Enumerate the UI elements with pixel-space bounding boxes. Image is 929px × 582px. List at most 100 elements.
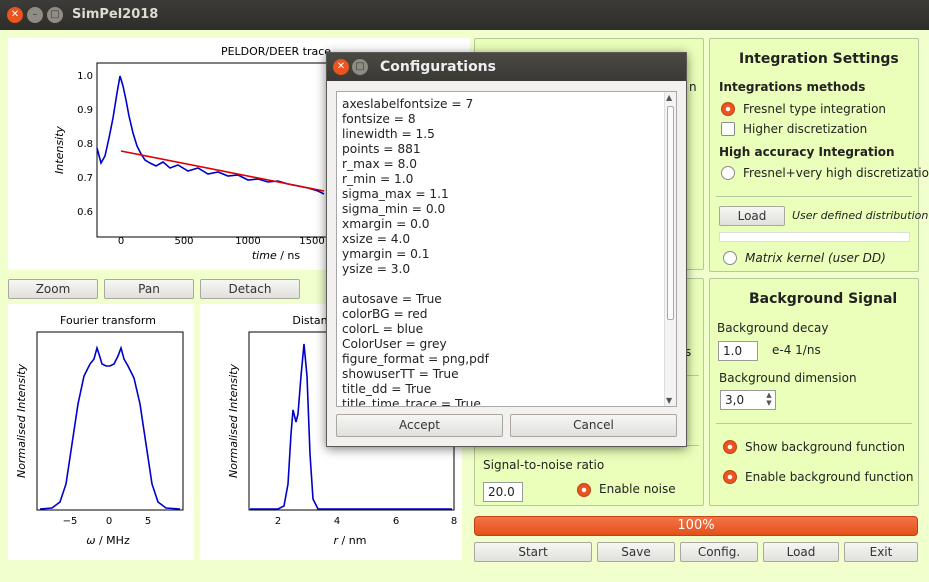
load-button[interactable]: Load	[763, 542, 839, 562]
snr-label: Signal-to-noise ratio	[483, 458, 605, 472]
config-button[interactable]: Config.	[680, 542, 758, 562]
config-line: title_dd = True	[342, 382, 432, 396]
fresnel-integration-label: Fresnel type integration	[743, 102, 887, 116]
window-title: SimPel2018	[72, 7, 159, 22]
trace-ytick: 0.9	[77, 105, 93, 116]
background-decay-label: Background decay	[717, 321, 829, 335]
user-distribution-field[interactable]	[719, 232, 910, 242]
fourier-xticks: −5 0 5	[63, 516, 152, 527]
save-button[interactable]: Save	[597, 542, 675, 562]
distance-xtick: 6	[393, 516, 399, 527]
accept-button[interactable]: Accept	[336, 414, 503, 437]
enable-noise-radio[interactable]	[577, 483, 591, 497]
config-line: ColorUser = grey	[342, 337, 447, 351]
user-defined-distribution-label: User defined distribution	[792, 209, 929, 222]
exit-button[interactable]: Exit	[844, 542, 918, 562]
background-dimension-spinbox[interactable]: 3,0 ▲ ▼	[720, 390, 776, 410]
minimize-window-icon[interactable]: –	[27, 7, 43, 23]
higher-discretization-checkbox[interactable]	[721, 122, 735, 136]
window-titlebar: ✕ – □ SimPel2018	[0, 0, 929, 30]
dialog-close-icon[interactable]: ✕	[333, 59, 349, 75]
enable-noise-label: Enable noise	[599, 482, 676, 496]
dialog-maximize-icon[interactable]: □	[352, 59, 368, 75]
integration-settings-title: Integration Settings	[739, 51, 899, 67]
cancel-button[interactable]: Cancel	[510, 414, 677, 437]
config-line: xmargin = 0.0	[342, 217, 430, 231]
trace-ytick: 0.8	[77, 139, 93, 150]
fourier-xtick: 5	[145, 516, 151, 527]
trace-xtick: 0	[118, 236, 124, 247]
close-window-icon[interactable]: ✕	[7, 7, 23, 23]
enable-background-function-radio[interactable]	[723, 470, 737, 484]
config-line: fontsize = 8	[342, 112, 416, 126]
background-dimension-label: Background dimension	[719, 371, 857, 385]
dialog-title: Configurations	[380, 59, 496, 75]
trace-yticks: 1.0 0.9 0.8 0.7 0.6	[77, 71, 93, 218]
integration-settings-panel: Integration Settings Integrations method…	[709, 38, 929, 272]
scroll-up-icon[interactable]: ▲	[666, 93, 672, 102]
zoom-button[interactable]: Zoom	[8, 279, 98, 299]
config-line: colorBG = red	[342, 307, 428, 321]
config-line: colorL = blue	[342, 322, 424, 336]
config-line: axeslabelfontsize = 7	[342, 97, 474, 111]
fresnel-very-high-label: Fresnel+very high discretization	[743, 166, 929, 180]
fresnel-integration-radio[interactable]	[721, 102, 735, 116]
background-dimension-value: 3,0	[725, 393, 745, 407]
start-button[interactable]: Start	[474, 542, 592, 562]
trace-ytick: 1.0	[77, 71, 93, 82]
scrollbar-thumb[interactable]	[667, 106, 674, 320]
config-line: figure_format = png,pdf	[342, 352, 489, 366]
config-line	[342, 277, 489, 292]
scroll-down-icon[interactable]: ▼	[666, 396, 672, 405]
load-distribution-button[interactable]: Load	[719, 206, 785, 226]
trace-ytick: 0.6	[77, 207, 93, 218]
spinbox-arrows-icon[interactable]: ▲ ▼	[763, 391, 775, 409]
snr-input[interactable]: 20.0	[483, 482, 523, 502]
separator	[716, 423, 912, 424]
maximize-window-icon[interactable]: □	[47, 7, 63, 23]
trace-plot-title: PELDOR/DEER trace	[221, 45, 331, 58]
trace-xtick: 1500	[299, 236, 324, 247]
fourier-xtick: −5	[63, 516, 78, 527]
fourier-ylabel: Normalised Intensity	[15, 364, 28, 478]
config-line: showuserTT = True	[342, 367, 459, 381]
distance-xtick: 8	[451, 516, 457, 527]
config-line: title_time_trace = True	[342, 397, 481, 407]
show-background-function-radio[interactable]	[723, 440, 737, 454]
trace-ylabel: Intensity	[53, 126, 66, 174]
background-signal-panel: Background Signal Background decay 1.0 e…	[709, 278, 919, 506]
pan-button[interactable]: Pan	[104, 279, 194, 299]
background-signal-title: Background Signal	[749, 291, 898, 307]
fourier-plot-title: Fourier transform	[60, 314, 156, 327]
dialog-titlebar: ✕ □ Configurations	[327, 53, 686, 81]
background-decay-unit: e-4 1/ns	[772, 343, 821, 357]
distance-xlabel: r / nm	[334, 534, 367, 547]
config-text-editor[interactable]: axeslabelfontsize = 7 fontsize = 8 linew…	[336, 91, 677, 407]
distance-xtick: 2	[275, 516, 281, 527]
config-line: points = 881	[342, 142, 421, 156]
integration-methods-heading: Integrations methods	[719, 80, 866, 94]
fresnel-very-high-radio[interactable]	[721, 166, 735, 180]
progress-bar: 100%	[474, 516, 918, 536]
separator	[716, 196, 912, 197]
config-line: ysize = 3.0	[342, 262, 411, 276]
fourier-plot-panel: Fourier transform −5 0 5 ω / MHz Normali…	[8, 304, 194, 560]
config-line: sigma_max = 1.1	[342, 187, 449, 201]
config-line: ymargin = 0.1	[342, 247, 430, 261]
distance-ylabel: Normalised Intensity	[227, 364, 240, 478]
config-line: sigma_min = 0.0	[342, 202, 446, 216]
trace-xlabel: time / ns	[252, 249, 301, 262]
distance-plot-title: Distan	[292, 314, 327, 327]
configurations-dialog: ✕ □ Configurations axeslabelfontsize = 7…	[326, 52, 687, 447]
trace-xticks: 0 500 1000 1500	[118, 236, 325, 247]
background-decay-input[interactable]: 1.0	[718, 341, 758, 361]
detach-button[interactable]: Detach	[200, 279, 300, 299]
config-line: r_min = 1.0	[342, 172, 414, 186]
config-scrollbar[interactable]: ▲ ▼	[664, 92, 676, 406]
high-accuracy-heading: High accuracy Integration	[719, 145, 895, 159]
hidden-label-fragment: n	[689, 80, 697, 94]
fourier-xtick: 0	[106, 516, 112, 527]
distance-xticks: 2 4 6 8	[275, 516, 457, 527]
fourier-axes	[36, 331, 184, 511]
matrix-kernel-radio[interactable]	[723, 251, 737, 265]
